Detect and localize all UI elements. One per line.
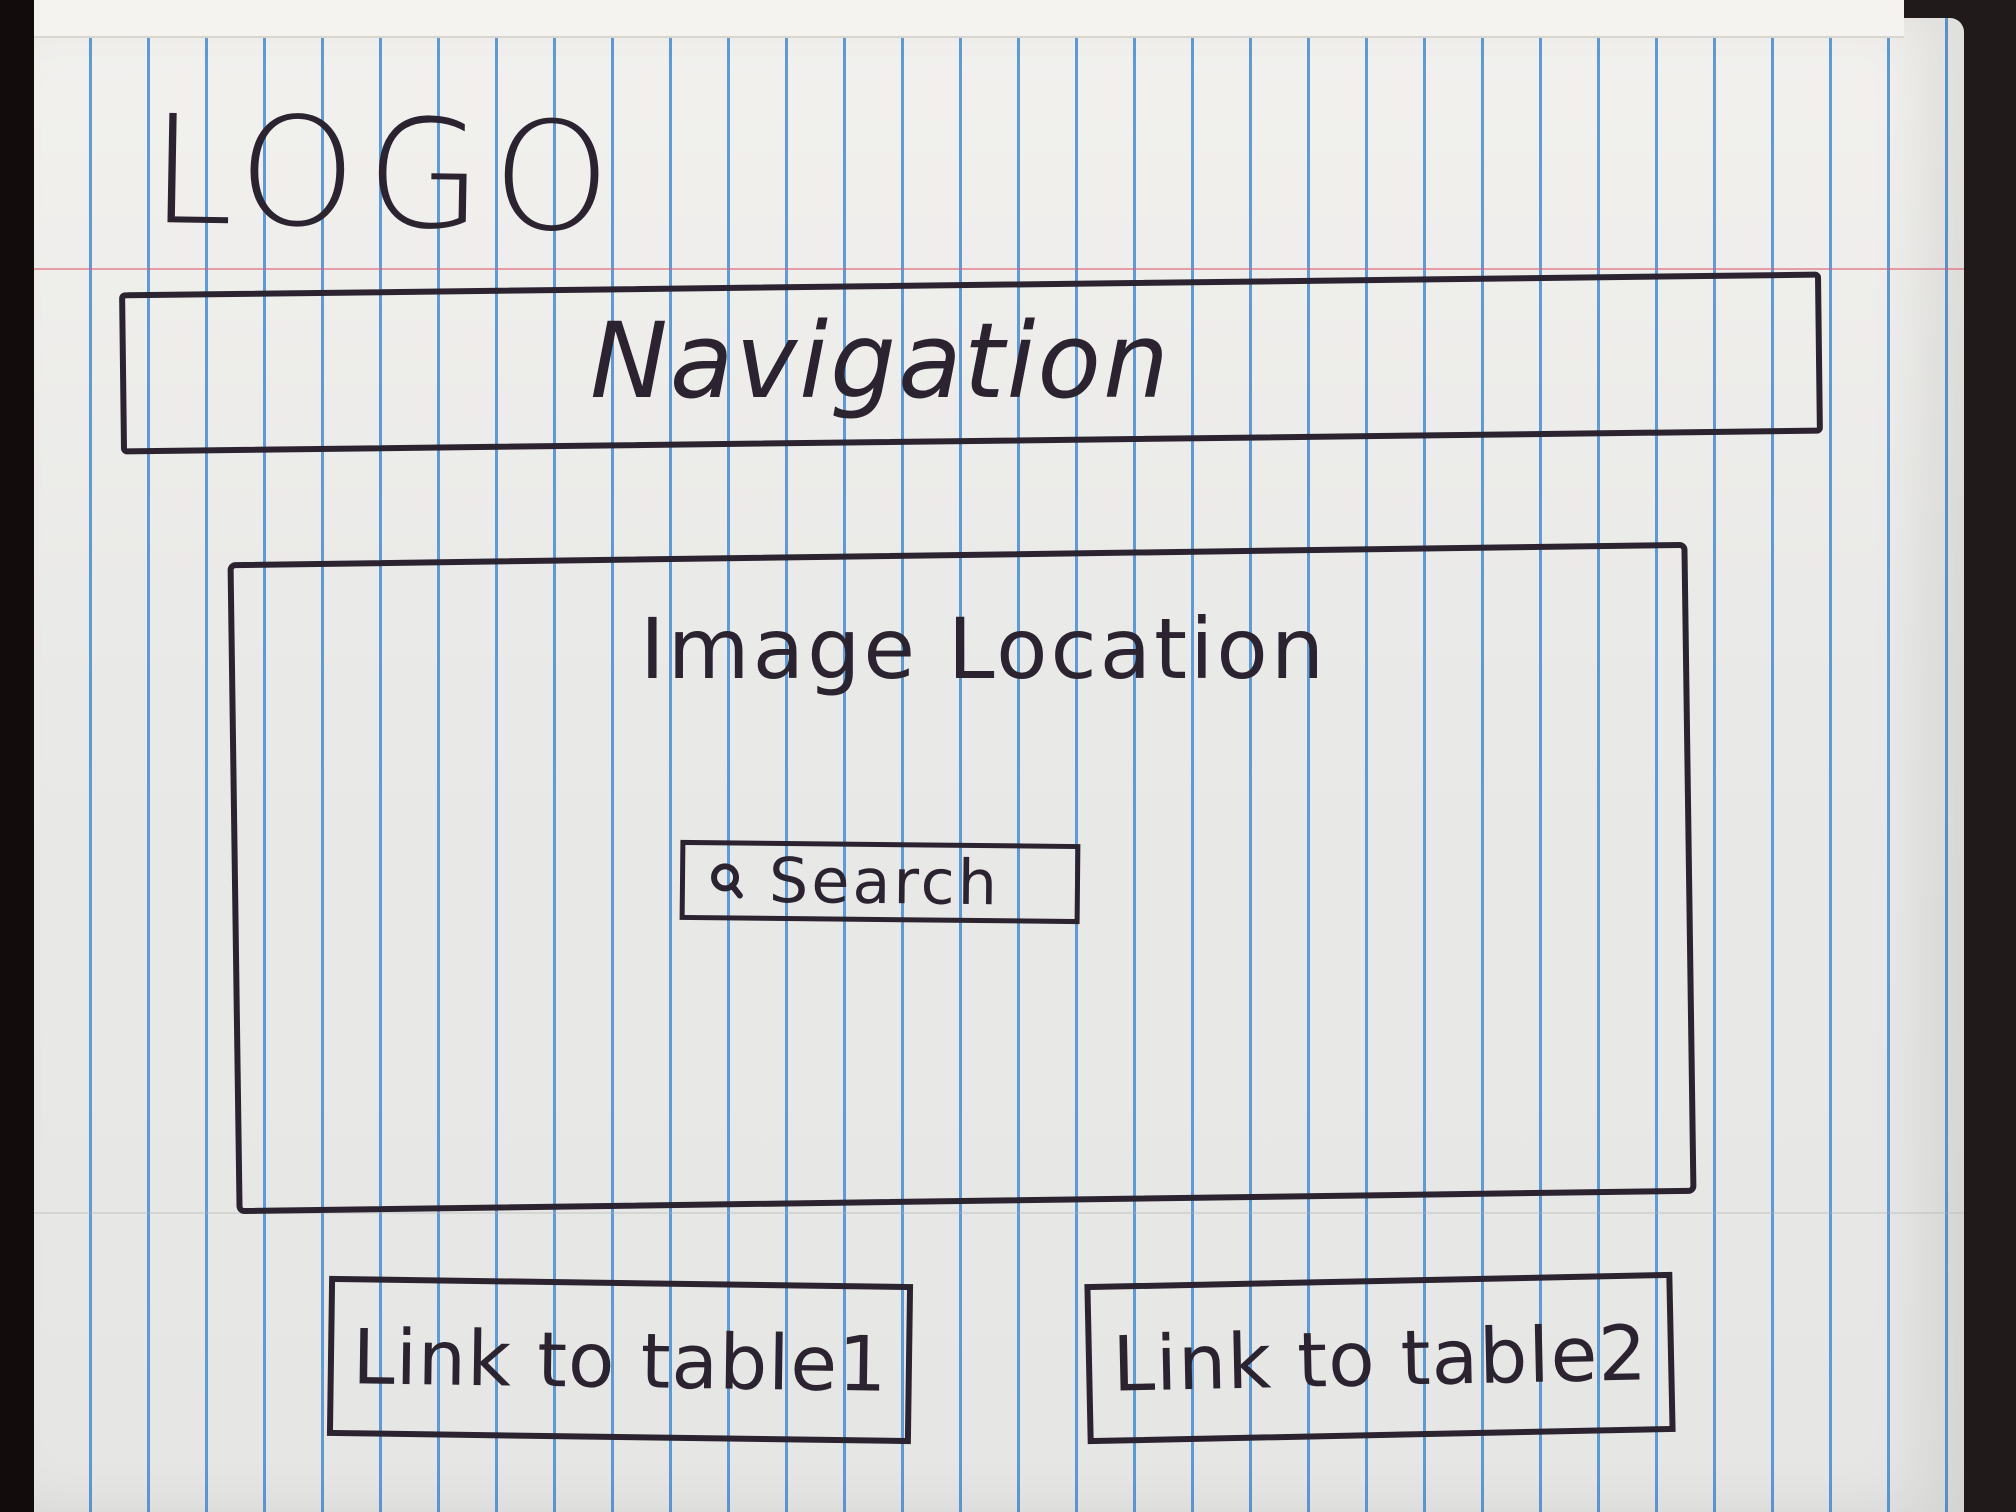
link-to-table2-label: Link to table2 [1111,1307,1649,1409]
logo[interactable]: LOGO [149,84,623,266]
paper-margin-line [34,268,1964,270]
search-icon [711,863,743,899]
search-input[interactable]: Search [679,839,1081,925]
link-to-table1-button[interactable]: Link to table1 [326,1275,914,1445]
link-to-table1-label: Link to table1 [351,1311,889,1409]
navigation-label: Navigation [590,300,1171,422]
photo-stage: LOGO Navigation Image Location Search Li… [0,0,2016,1512]
link-to-table2-button[interactable]: Link to table2 [1084,1271,1676,1445]
image-location-label: Image Location [640,600,1328,698]
paper-torn-top-edge [34,0,1904,38]
search-placeholder-text: Search [768,843,1001,920]
